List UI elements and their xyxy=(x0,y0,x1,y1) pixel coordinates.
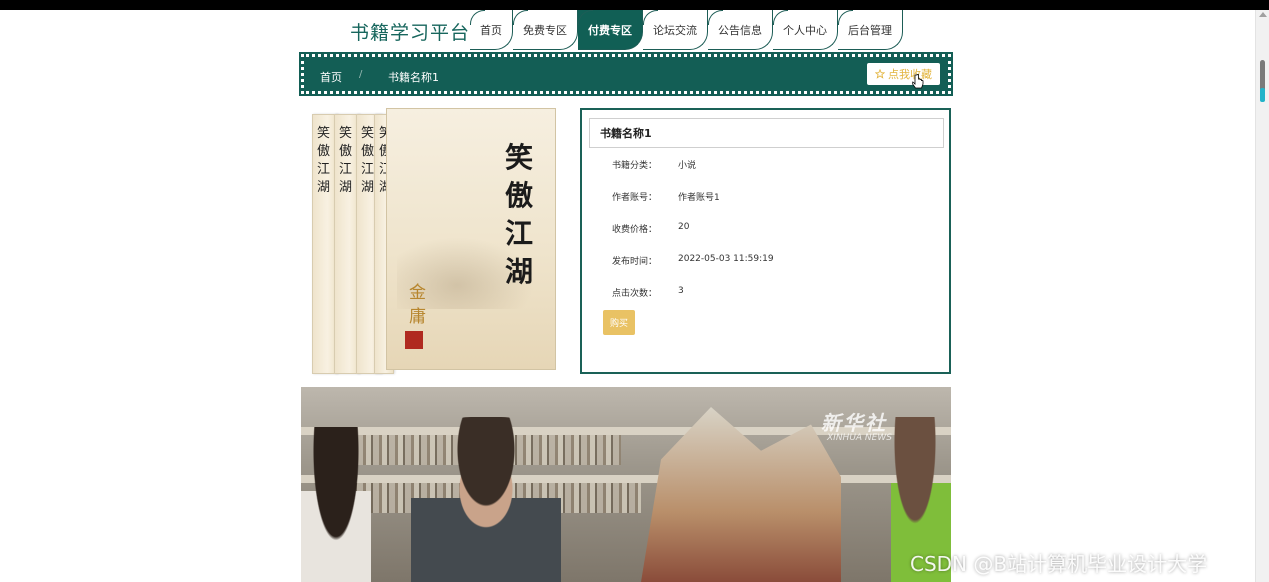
cover-author: 金庸 xyxy=(409,283,426,327)
cover-title: 笑傲江湖 xyxy=(505,141,534,288)
xinhua-watermark: 新华社 xyxy=(821,411,887,435)
nav-forum[interactable]: 论坛交流 xyxy=(643,10,708,50)
book-title: 书籍名称1 xyxy=(589,118,944,148)
field-publish-time: 发布时间： 2022-05-03 11:59:19 xyxy=(612,254,774,267)
scroll-up-arrow-icon[interactable] xyxy=(1259,12,1267,17)
browser-top-edge xyxy=(0,0,1269,10)
book-detail-panel: 书籍名称1 书籍分类： 小说 作者账号： 作者账号1 收费价格： 20 发布时间… xyxy=(580,108,951,374)
nav-paid-zone[interactable]: 付费专区 xyxy=(578,10,643,50)
site-header: 书籍学习平台 首页 免费专区 付费专区 论坛交流 公告信息 个人中心 后台管理 xyxy=(340,10,960,54)
field-category: 书籍分类： 小说 xyxy=(612,161,697,171)
bookstore-video[interactable]: 新华社 XINHUA NEWS xyxy=(301,387,951,582)
field-click-count: 点击次数： 3 xyxy=(612,286,684,299)
hand-cursor-icon xyxy=(912,74,924,89)
red-seal xyxy=(405,331,423,349)
nav-home[interactable]: 首页 xyxy=(470,10,513,50)
buy-button[interactable]: 购买 xyxy=(603,310,635,335)
book-cover-image: 笑傲江湖 笑傲江湖 笑傲江湖 笑傲江湖 笑傲江湖 金庸 xyxy=(308,104,560,374)
site-title: 书籍学习平台 xyxy=(350,22,471,44)
csdn-watermark: CSDN @B站计算机毕业设计大学 xyxy=(910,552,1208,576)
main-nav: 首页 免费专区 付费专区 论坛交流 公告信息 个人中心 后台管理 xyxy=(470,10,903,54)
breadcrumb-home[interactable]: 首页 xyxy=(320,69,342,85)
person-browsing xyxy=(411,417,561,582)
field-price: 收费价格： 20 xyxy=(612,222,690,235)
field-author: 作者账号： 作者账号1 xyxy=(612,193,720,203)
nav-free-zone[interactable]: 免费专区 xyxy=(513,10,578,50)
favorite-button[interactable]: 点我收藏 xyxy=(867,63,940,85)
page-scrollbar[interactable] xyxy=(1255,10,1269,582)
book-front-cover: 笑傲江湖 金庸 xyxy=(386,108,556,370)
star-outline-icon xyxy=(875,69,885,79)
nav-announcements[interactable]: 公告信息 xyxy=(708,10,773,50)
breadcrumb: 首页 / 书籍名称1 点我收藏 xyxy=(299,52,953,96)
person-left xyxy=(301,427,371,582)
favorite-label: 点我收藏 xyxy=(888,68,932,81)
breadcrumb-separator: / xyxy=(359,69,363,80)
nav-personal-center[interactable]: 个人中心 xyxy=(773,10,838,50)
nav-admin[interactable]: 后台管理 xyxy=(838,10,903,50)
xinhua-watermark-en: XINHUA NEWS xyxy=(827,433,892,443)
breadcrumb-current: 书籍名称1 xyxy=(388,71,439,84)
